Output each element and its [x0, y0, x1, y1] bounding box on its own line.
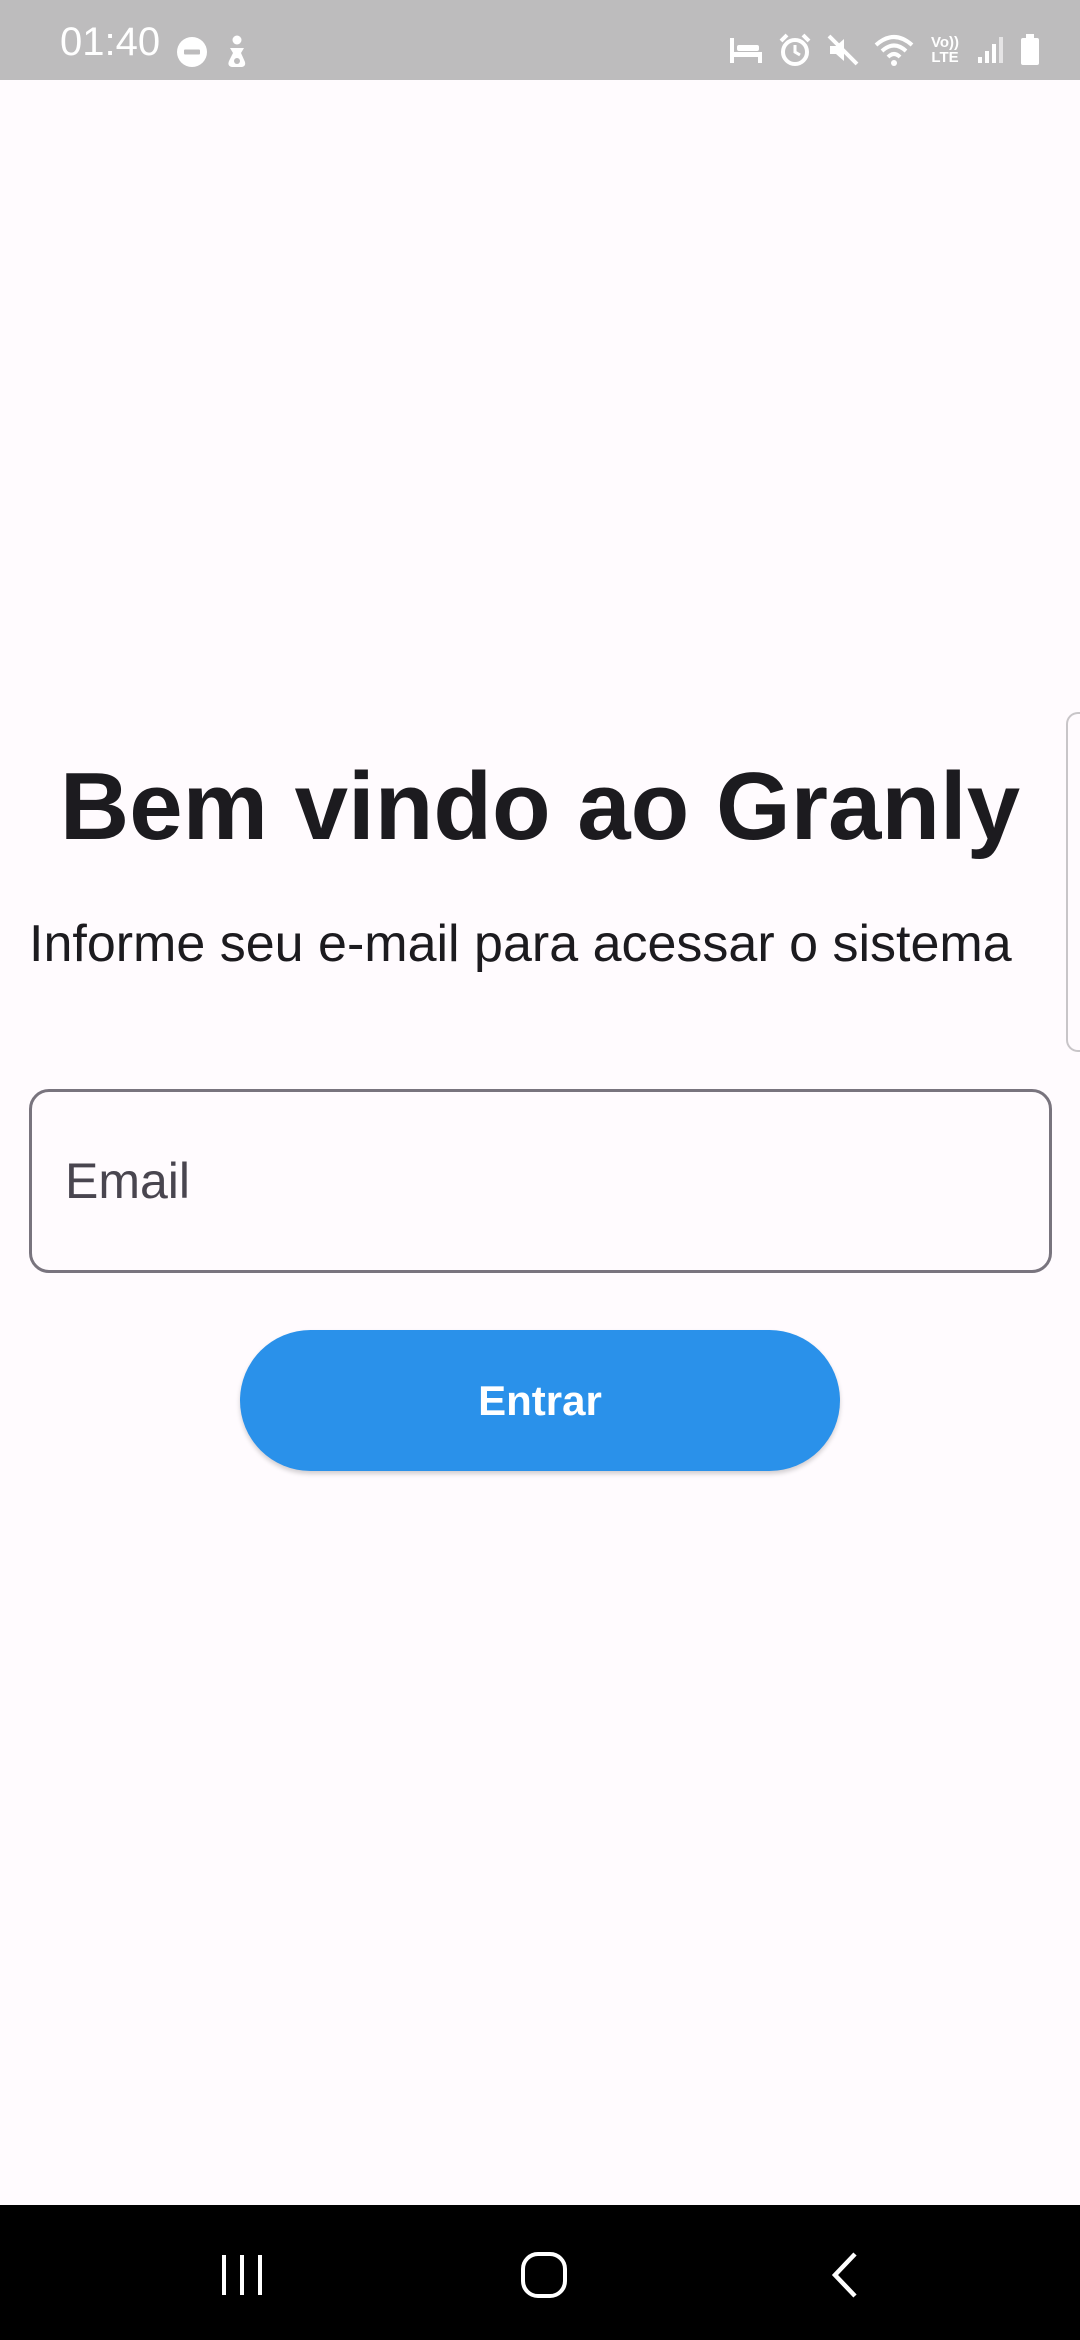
- accessibility-icon: [228, 35, 246, 67]
- status-time: 01:40: [60, 20, 161, 64]
- email-field[interactable]: [29, 1089, 1052, 1273]
- battery-icon: [1021, 34, 1039, 65]
- status-left-icons: [176, 32, 252, 72]
- volte-label-top: Vo)): [930, 34, 960, 51]
- status-right-icons: Vo)) LTE: [728, 30, 1040, 70]
- login-instructions: Informe seu e-mail para acessar o sistem…: [29, 915, 1012, 973]
- wifi-icon: [874, 35, 914, 66]
- signal-icon: [978, 37, 1003, 63]
- volte-icon: Vo)) LTE: [928, 35, 962, 65]
- login-screen: 01:40 Vo)) LTE Bem vindo ao Granly Infor…: [0, 0, 1080, 2340]
- home-icon: [521, 2252, 567, 2298]
- back-button[interactable]: [806, 2235, 886, 2315]
- back-icon: [831, 2252, 857, 2298]
- login-button[interactable]: Entrar: [240, 1330, 840, 1471]
- navigation-bar: [0, 2205, 1080, 2340]
- email-input[interactable]: [65, 1152, 1049, 1210]
- welcome-title: Bem vindo ao Granly: [59, 753, 1021, 860]
- status-bar: 01:40 Vo)) LTE: [0, 0, 1080, 80]
- recents-icon: [222, 2255, 262, 2295]
- login-button-label: Entrar: [478, 1376, 602, 1424]
- mute-icon: [827, 34, 859, 66]
- bedtime-icon: [730, 38, 762, 63]
- volte-label-bottom: LTE: [931, 49, 959, 66]
- home-button[interactable]: [504, 2235, 584, 2315]
- recents-button[interactable]: [202, 2235, 282, 2315]
- alarm-icon: [779, 33, 811, 66]
- do-not-disturb-icon: [177, 37, 207, 67]
